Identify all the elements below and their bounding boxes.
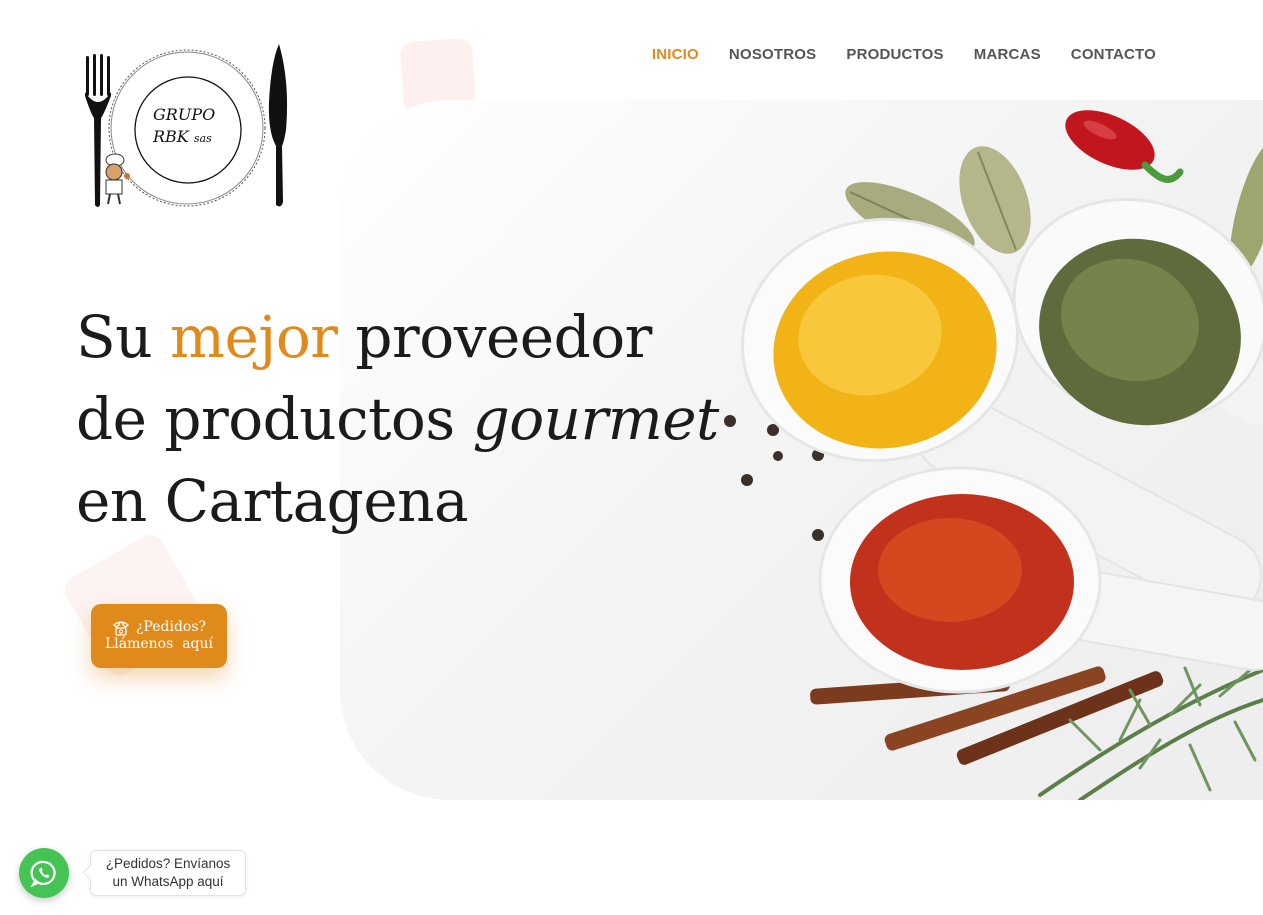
whatsapp-tooltip-line2: un WhatsApp aquí bbox=[112, 874, 224, 889]
headline-word: proveedor bbox=[355, 303, 652, 371]
headline-italic-word: gourmet bbox=[472, 385, 720, 453]
whatsapp-icon bbox=[30, 860, 56, 887]
cta-label-line1: ¿Pedidos? bbox=[135, 619, 207, 635]
whatsapp-tooltip-line1: ¿Pedidos? Envíanos bbox=[105, 856, 231, 871]
cta-label-line2: Llámenos aquí bbox=[104, 636, 213, 652]
nav-item-marcas[interactable]: MARCAS bbox=[974, 46, 1041, 63]
call-orders-button[interactable]: ¿Pedidos? Llámenos aquí bbox=[91, 604, 227, 668]
nav-item-nosotros[interactable]: NOSOTROS bbox=[729, 46, 816, 63]
logo-text-line1: GRUPO bbox=[153, 105, 216, 124]
cta-row: ¿Pedidos? bbox=[112, 619, 206, 636]
headline-word: Su bbox=[76, 303, 153, 371]
logo-suffix: sas bbox=[193, 132, 212, 145]
logo[interactable]: GRUPO RBK sas bbox=[82, 42, 294, 212]
main-nav: INICIO NOSOTROS PRODUCTOS MARCAS CONTACT… bbox=[652, 46, 1156, 63]
headline-line2: de productos bbox=[76, 385, 455, 453]
logo-brand: RBK bbox=[153, 127, 189, 146]
hero-headline: Su mejor proveedor de productos gourmet … bbox=[76, 296, 719, 542]
phone-icon bbox=[112, 620, 129, 636]
whatsapp-tooltip[interactable]: ¿Pedidos? Envíanos un WhatsApp aquí bbox=[90, 850, 246, 896]
logo-text-line2: RBK sas bbox=[153, 127, 212, 148]
nav-item-contacto[interactable]: CONTACTO bbox=[1071, 46, 1156, 63]
whatsapp-button[interactable] bbox=[19, 848, 69, 898]
headline-line3: en Cartagena bbox=[76, 467, 469, 535]
nav-item-inicio[interactable]: INICIO bbox=[652, 46, 699, 63]
headline-accent-word: mejor bbox=[170, 303, 338, 371]
nav-item-productos[interactable]: PRODUCTOS bbox=[846, 46, 943, 63]
